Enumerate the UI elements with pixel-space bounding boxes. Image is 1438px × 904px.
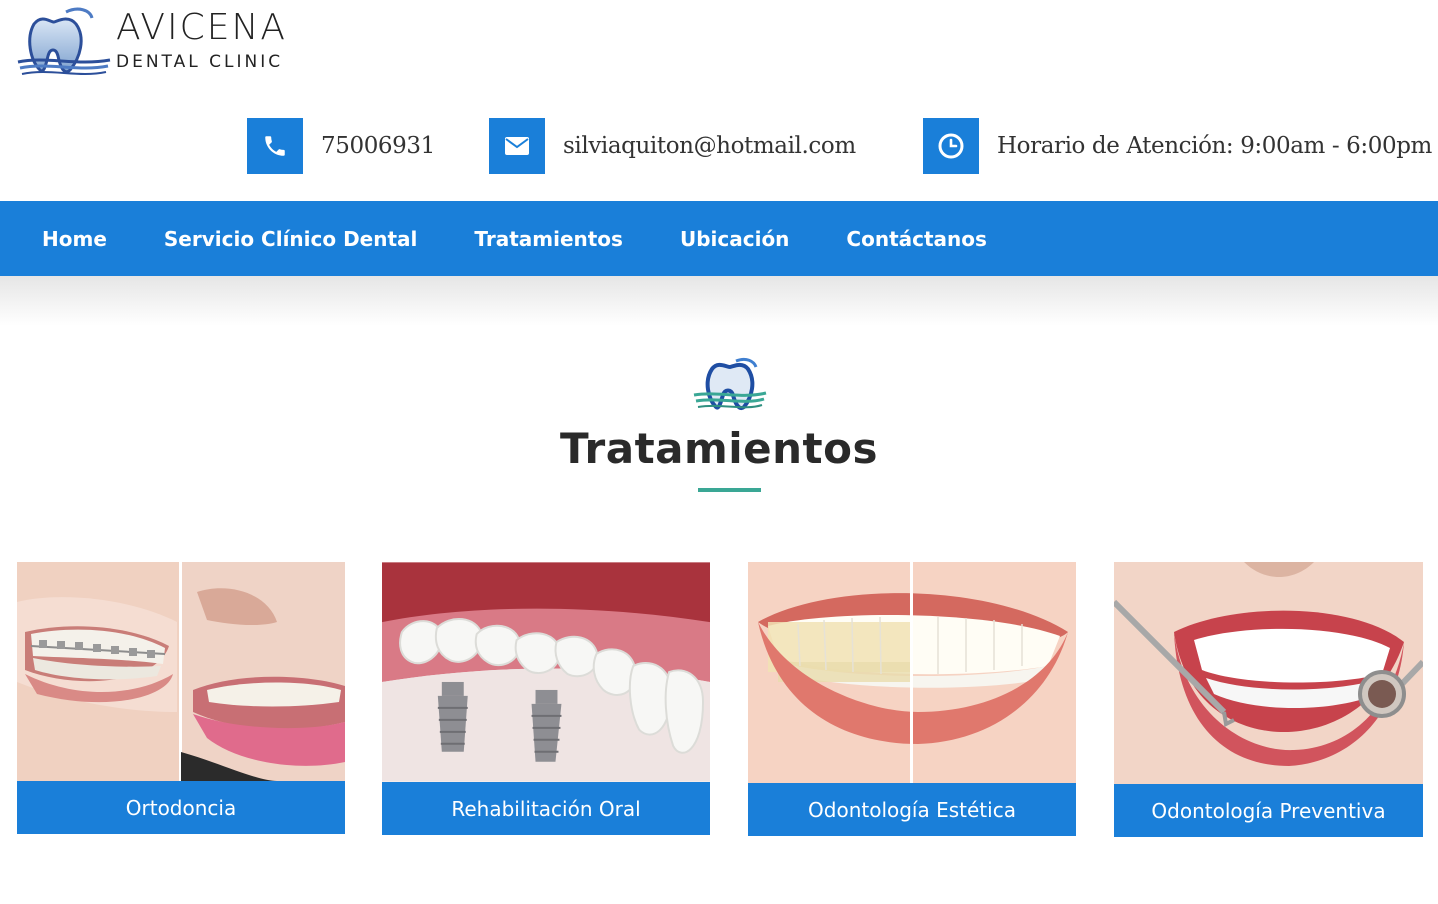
nav-item-tratamientos[interactable]: Tratamientos	[474, 227, 623, 251]
nav-item-contactanos[interactable]: Contáctanos	[846, 227, 987, 251]
brand-subtitle: DENTAL CLINIC	[116, 52, 284, 72]
nav-item-home[interactable]: Home	[42, 227, 107, 251]
section-title: Tratamientos	[560, 424, 878, 473]
main-nav: Home Servicio Clínico Dental Tratamiento…	[0, 201, 1438, 276]
dental-implant-image	[382, 562, 710, 782]
title-underline	[698, 488, 761, 492]
tooth-logo-icon	[693, 357, 767, 410]
treatment-card-rehabilitacion-oral[interactable]: Rehabilitación Oral	[382, 562, 710, 835]
contact-phone[interactable]: 75006931	[247, 118, 435, 174]
treatment-card-odontologia-estetica[interactable]: Odontología Estética	[748, 562, 1076, 836]
whitening-comparison-image	[748, 562, 1076, 783]
site-logo[interactable]: AVICENA DENTAL CLINIC	[16, 4, 306, 84]
nav-item-servicio-clinico-dental[interactable]: Servicio Clínico Dental	[164, 227, 418, 251]
treatment-label: Odontología Preventiva	[1114, 784, 1423, 837]
treatment-label: Odontología Estética	[748, 783, 1076, 836]
nav-shadow	[0, 276, 1438, 326]
office-hours: Horario de Atención: 9:00am - 6:00pm	[997, 133, 1432, 159]
clock-icon	[923, 118, 979, 174]
phone-number: 75006931	[321, 133, 435, 159]
treatment-label: Ortodoncia	[17, 781, 345, 834]
phone-icon	[247, 118, 303, 174]
envelope-icon	[489, 118, 545, 174]
treatment-label: Rehabilitación Oral	[382, 782, 710, 835]
brand-name: AVICENA	[116, 7, 288, 48]
treatment-card-odontologia-preventiva[interactable]: Odontología Preventiva	[1114, 562, 1423, 837]
nav-item-ubicacion[interactable]: Ubicación	[680, 227, 789, 251]
dental-checkup-image	[1114, 562, 1423, 784]
treatment-card-ortodoncia[interactable]: Ortodoncia	[17, 562, 345, 834]
contact-email[interactable]: silviaquiton@hotmail.com	[489, 118, 856, 174]
braces-comparison-image	[17, 562, 345, 781]
tooth-logo-icon	[17, 7, 111, 75]
contact-hours: Horario de Atención: 9:00am - 6:00pm	[923, 118, 1432, 174]
email-address: silviaquiton@hotmail.com	[563, 133, 856, 159]
